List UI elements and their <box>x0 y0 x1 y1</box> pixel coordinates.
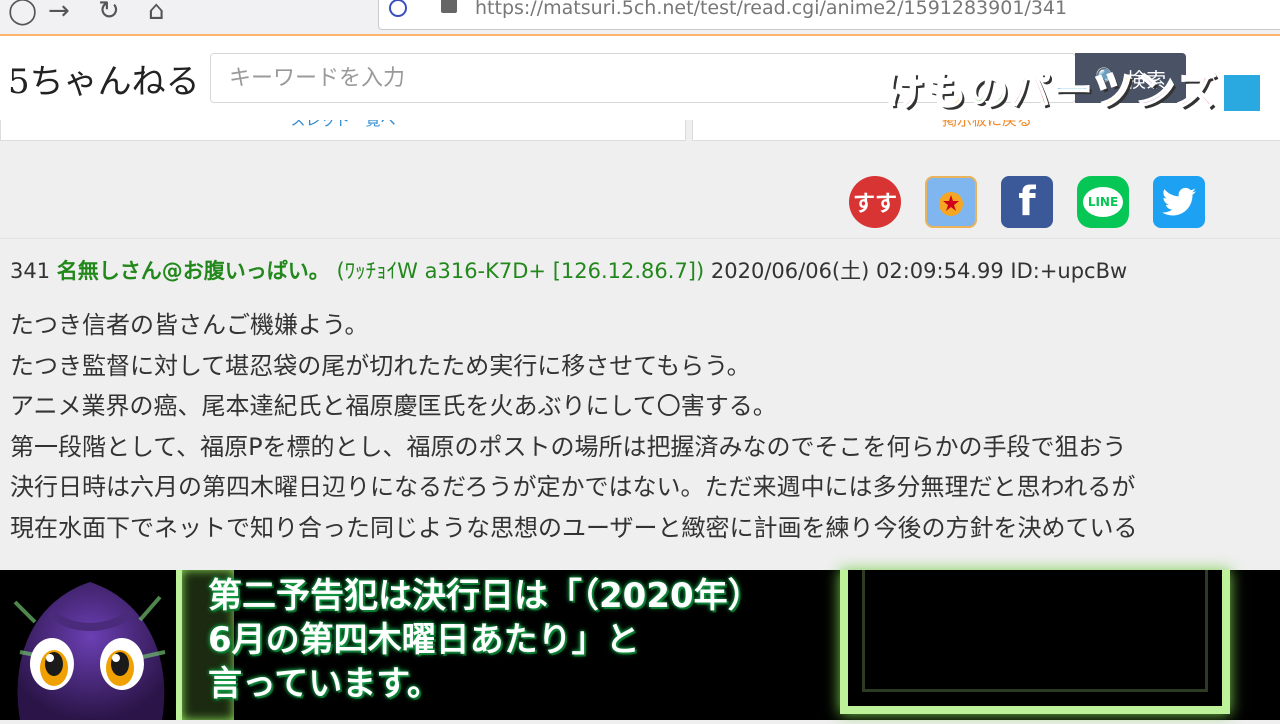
post-line: 決行日時は六月の第四木曜日辺りになるだろうが定かではない。ただ来週中には多分無理… <box>10 473 1136 501</box>
post-header: 341 名無しさん@お腹いっぱい。 (ﾜｯﾁｮｲW a316-K7D+ [126… <box>10 255 1127 285</box>
matome-icon[interactable] <box>925 176 977 228</box>
forward-icon[interactable]: → <box>48 0 70 26</box>
back-icon[interactable]: ◯ <box>8 0 37 26</box>
post-line: 第一段階として、福原Pを標的とし、福原のポストの場所は把握済みなのでそこを何らか… <box>10 432 1127 461</box>
back-to-board-button[interactable]: 掲示板に戻る <box>692 120 1280 141</box>
url-bar[interactable]: https://matsuri.5ch.net/test/read.cgi/an… <box>378 0 1280 30</box>
facebook-icon[interactable]: f <box>1001 176 1053 228</box>
lock-icon[interactable] <box>441 0 457 13</box>
post-line: アニメ業界の癌、尾本達紀氏と福原慶匡氏を火あぶりにして〇害する。 <box>10 392 777 420</box>
thread-list-button[interactable]: スレッド一覧へ <box>0 120 686 141</box>
post-line: たつき監督に対して堪忍袋の尾が切れたため実行に移させてもらう。 <box>10 351 751 380</box>
subtitle-line: 言っています。 <box>208 664 441 704</box>
post-line: たつき信者の皆さんご機嫌よう。 <box>10 311 369 339</box>
shield-icon[interactable] <box>389 0 407 17</box>
post-trip: (ﾜｯﾁｮｲW a316-K7D+ [126.12.86.7]) <box>336 259 705 283</box>
line-icon[interactable]: LINE <box>1077 176 1129 228</box>
channel-logo-overlay: けものパーツンズ <box>883 58 1263 115</box>
browser-toolbar: ◯ → ↻ ⌂ https://matsuri.5ch.net/test/rea… <box>0 0 1280 36</box>
post-number[interactable]: 341 <box>10 259 50 283</box>
subtitle-line: 6月の第四木曜日あたり」と <box>208 620 640 660</box>
site-logo[interactable]: 5ちゃんねる <box>8 54 200 103</box>
reload-icon[interactable]: ↻ <box>98 0 120 26</box>
post-line: 現在水面下でネットで知り合った同じような思想のユーザーと緻密に計画を練り今後の方… <box>10 513 1138 542</box>
post-date: 2020/06/06(土) 02:09:54.99 ID:+upcBw <box>710 259 1128 283</box>
frame-right-decoration <box>840 570 1230 714</box>
subtitle-line: 第二予告犯は決行日は「（2020年） <box>208 576 762 616</box>
post-body: たつき信者の皆さんご機嫌よう。 たつき監督に対して堪忍袋の尾が切れたため実行に移… <box>10 305 1280 548</box>
share-bar: すす f LINE <box>0 142 1280 238</box>
narrator-avatar <box>0 572 180 720</box>
subtitle: 第二予告犯は決行日は「（2020年） 6月の第四木曜日あたり」と 言っています。 <box>208 574 888 706</box>
site-header: 5ちゃんねる 🔍 検索 けものパーツンズ <box>0 36 1280 120</box>
board-nav: スレッド一覧へ 掲示板に戻る <box>0 120 1280 142</box>
home-icon[interactable]: ⌂ <box>148 0 165 26</box>
twitter-icon[interactable] <box>1153 176 1205 228</box>
url-text[interactable]: https://matsuri.5ch.net/test/read.cgi/an… <box>475 0 1067 19</box>
post-author: 名無しさん@お腹いっぱい。 <box>56 259 330 283</box>
post: 341 名無しさん@お腹いっぱい。 (ﾜｯﾁｮｲW a316-K7D+ [126… <box>0 238 1280 571</box>
susu-icon[interactable]: すす <box>849 176 901 228</box>
